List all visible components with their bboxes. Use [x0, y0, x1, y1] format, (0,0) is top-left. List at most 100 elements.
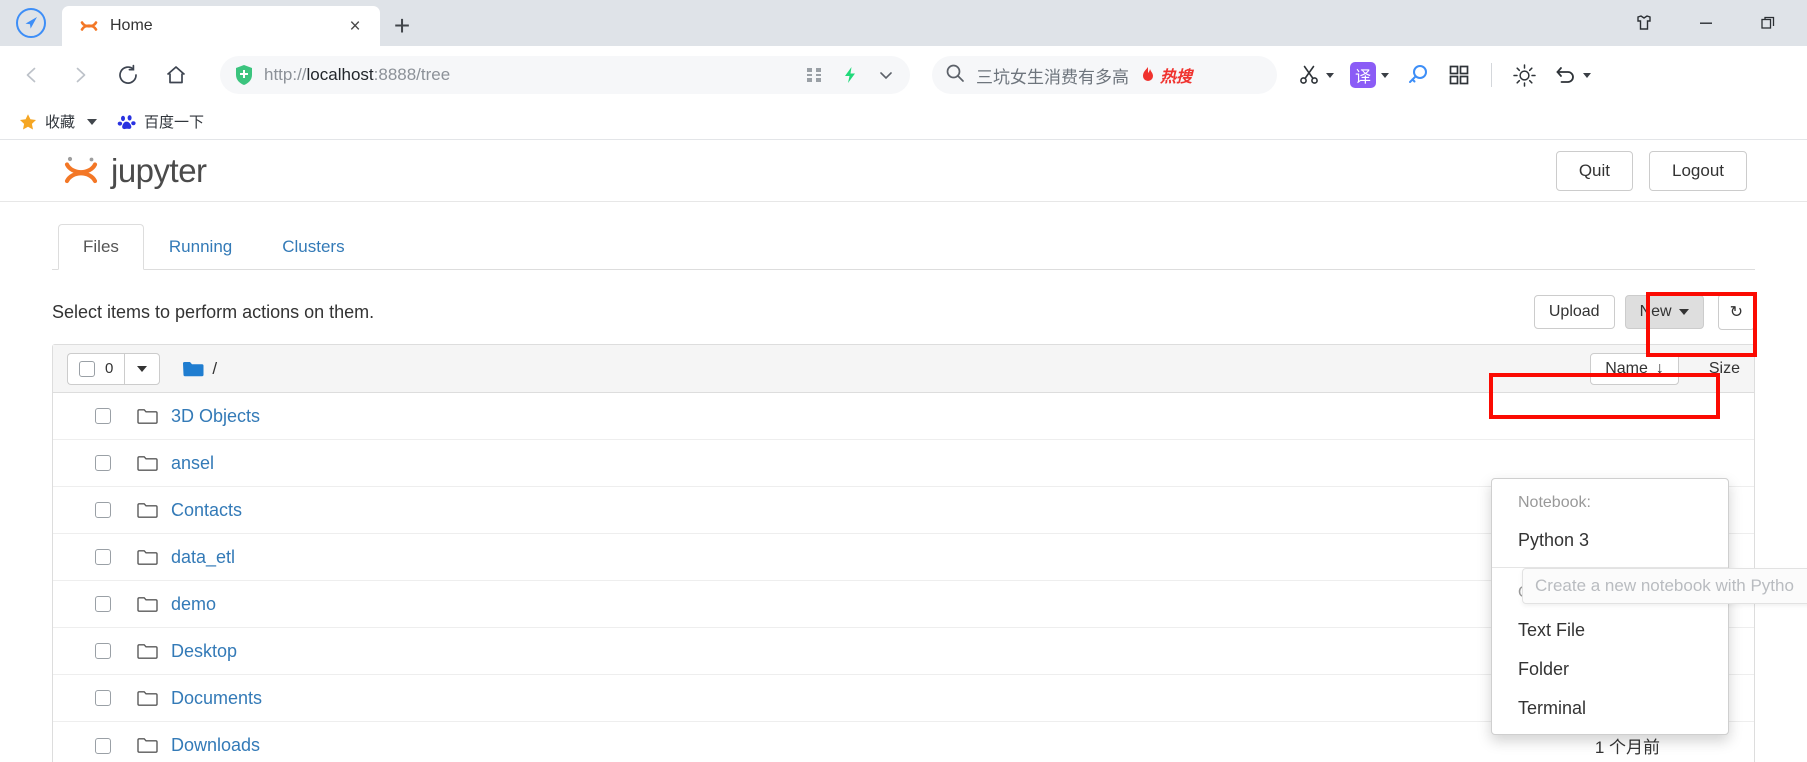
qrcode-icon[interactable] [804, 65, 824, 85]
reload-icon[interactable] [104, 54, 152, 96]
file-modified: 1 个月前 [1594, 738, 1660, 757]
quit-button[interactable]: Quit [1555, 150, 1633, 191]
bookmark-favorites[interactable]: 收藏 [8, 108, 107, 136]
bookmark-label: 百度一下 [144, 114, 205, 131]
logout-button[interactable]: Logout [1649, 150, 1747, 191]
upload-button[interactable]: Upload [1533, 295, 1615, 329]
menu-item-folder[interactable]: Folder [1492, 650, 1728, 689]
lightning-icon[interactable] [840, 65, 860, 85]
row-checkbox[interactable] [95, 455, 111, 471]
chevron-down-icon[interactable] [1583, 72, 1591, 78]
new-button[interactable]: New [1624, 295, 1704, 329]
bookmark-baidu[interactable]: 百度一下 [107, 108, 214, 136]
dropdown-section-notebook: Notebook: [1518, 494, 1591, 511]
breadcrumb-path: / [212, 358, 218, 378]
search-query: 三坑女生消费有多高 [976, 67, 1129, 87]
breadcrumb[interactable]: / [182, 359, 217, 379]
jupyter-logo-icon [64, 156, 98, 183]
toolbar-separator [1491, 63, 1492, 87]
row-checkbox[interactable] [95, 502, 111, 518]
jupyter-tabs: Files Running Clusters [52, 224, 1755, 270]
star-icon [20, 113, 36, 129]
refresh-button[interactable]: ↻ [1717, 294, 1755, 330]
menu-item-python3[interactable]: Python 3 [1492, 521, 1728, 560]
header-actions: Quit Logout [1555, 150, 1747, 191]
tab-running[interactable]: Running [144, 224, 257, 270]
file-name[interactable]: Contacts [171, 500, 242, 521]
sort-by-name-button[interactable]: Name ↓ [1590, 352, 1679, 385]
file-name[interactable]: 3D Objects [171, 406, 260, 427]
forward-icon[interactable] [56, 54, 104, 96]
url-text: http://localhost:8888/tree [264, 65, 451, 84]
browser-window: Home × + http://localhost:8888/tree 三坑女生… [0, 0, 1807, 762]
minimize-icon[interactable] [1693, 10, 1719, 36]
folder-icon [137, 690, 158, 707]
maximize-icon[interactable] [1755, 10, 1781, 36]
hot-search-badge: 热搜 [1139, 63, 1192, 87]
file-name[interactable]: Desktop [171, 641, 237, 662]
skin-icon[interactable] [1631, 10, 1657, 36]
undo-icon[interactable] [1547, 55, 1597, 95]
folder-icon [137, 643, 158, 660]
sort-name-label: Name [1605, 359, 1648, 377]
browser-tab-home[interactable]: Home × [62, 6, 380, 46]
brightness-icon[interactable] [1506, 55, 1543, 95]
window-controls [1631, 0, 1807, 46]
chevron-down-icon[interactable] [1381, 72, 1389, 78]
select-all-checkbox[interactable] [79, 360, 95, 377]
file-table-header: 0 / Name ↓ Size [53, 345, 1754, 393]
tab-files[interactable]: Files [58, 224, 144, 270]
tab-clusters[interactable]: Clusters [257, 224, 369, 270]
tab-strip: Home × + [0, 0, 1807, 46]
row-checkbox[interactable] [95, 596, 111, 612]
address-bar-icons [804, 65, 896, 85]
folder-icon [137, 596, 158, 613]
file-name[interactable]: Downloads [171, 735, 260, 756]
folder-icon [137, 455, 158, 472]
row-checkbox[interactable] [95, 408, 111, 424]
table-row[interactable]: 3D Objects [53, 393, 1754, 440]
action-hint: Select items to perform actions on them. [52, 301, 375, 322]
home-icon[interactable] [152, 54, 200, 96]
sort-size-label: Size [1708, 359, 1740, 377]
baidu-paw-icon [117, 114, 136, 129]
row-checkbox[interactable] [95, 643, 111, 659]
tooltip-create-notebook: Create a new notebook with Pytho [1522, 568, 1807, 604]
chevron-down-icon[interactable] [876, 65, 896, 85]
new-button-label: New [1639, 303, 1672, 320]
magnifier-key-icon[interactable] [1399, 55, 1437, 95]
select-all-control[interactable]: 0 [67, 352, 161, 385]
file-name[interactable]: data_etl [171, 547, 235, 568]
new-dropdown-menu: Notebook: Python 3 Other: Text File Fold… [1491, 478, 1729, 735]
scissors-icon[interactable] [1291, 55, 1340, 95]
bookmarks-bar: 收藏 百度一下 [0, 104, 1807, 140]
bookmark-label: 收藏 [45, 114, 76, 131]
menu-item-text-file[interactable]: Text File [1492, 611, 1728, 650]
translate-icon[interactable]: 译 [1344, 55, 1395, 95]
close-icon[interactable]: × [342, 13, 368, 39]
chevron-down-icon [137, 365, 148, 372]
jupyter-logo[interactable]: jupyter [60, 150, 207, 192]
action-buttons: Upload New ↻ [1533, 294, 1755, 330]
row-checkbox[interactable] [95, 690, 111, 706]
security-shield-icon [234, 64, 254, 86]
tab-title: Home [110, 17, 153, 34]
new-tab-button[interactable]: + [380, 6, 424, 46]
select-dropdown-toggle[interactable] [124, 352, 161, 385]
jupyter-icon [78, 15, 100, 37]
address-bar[interactable]: http://localhost:8888/tree [220, 56, 910, 94]
file-name[interactable]: demo [171, 594, 216, 615]
jupyter-header: jupyter Quit Logout [0, 140, 1807, 202]
search-box[interactable]: 三坑女生消费有多高 热搜 [932, 56, 1277, 94]
file-name[interactable]: ansel [171, 453, 214, 474]
chevron-down-icon[interactable] [1326, 72, 1334, 78]
row-checkbox[interactable] [95, 549, 111, 565]
file-name[interactable]: Documents [171, 688, 262, 709]
sort-controls: Name ↓ Size [1590, 352, 1740, 385]
grid-apps-icon[interactable] [1441, 55, 1477, 95]
back-icon[interactable] [8, 54, 56, 96]
chevron-down-icon [1678, 308, 1689, 315]
menu-item-terminal[interactable]: Terminal [1492, 689, 1728, 728]
chevron-down-icon[interactable] [87, 118, 98, 125]
row-checkbox[interactable] [95, 737, 111, 754]
